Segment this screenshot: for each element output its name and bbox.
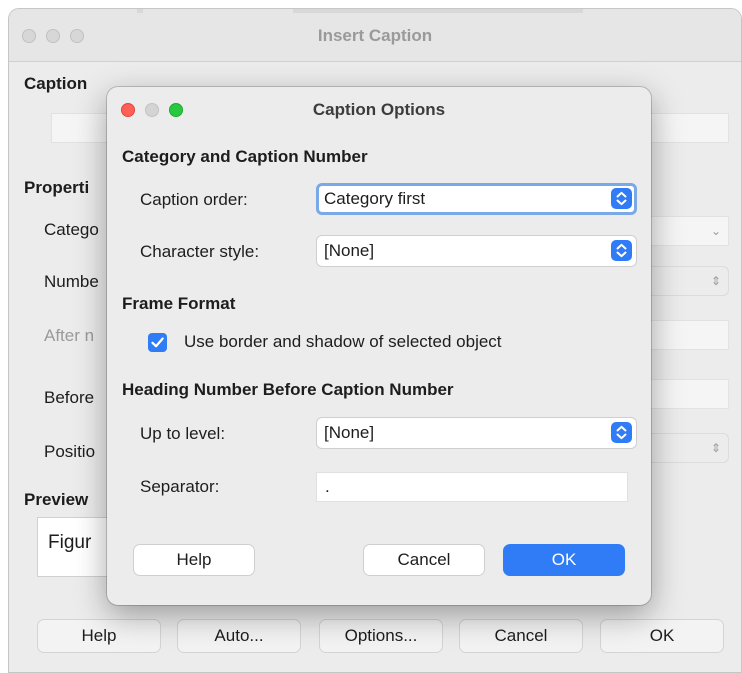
options-button[interactable]: Options... (319, 619, 443, 653)
before-label: Before (44, 388, 95, 407)
caption-order-select[interactable]: Category first (316, 183, 637, 215)
chevron-up-down-icon (611, 422, 632, 443)
before-field[interactable] (639, 379, 729, 409)
preview-heading: Preview (24, 490, 89, 509)
separator-field[interactable]: . (316, 472, 628, 502)
chevron-up-down-icon (611, 188, 632, 209)
ok-button[interactable]: OK (503, 544, 625, 576)
separator-label: Separator: (140, 477, 220, 496)
numbering-select[interactable]: ⇕ (639, 266, 729, 296)
checkmark-icon (151, 337, 164, 348)
preview-text: Figur (48, 532, 92, 553)
properties-heading: Properti (24, 178, 90, 197)
help-button[interactable]: Help (133, 544, 255, 576)
chevron-up-down-icon (611, 240, 632, 261)
up-to-level-label: Up to level: (140, 424, 226, 443)
chevron-up-down-icon: ⇕ (710, 441, 722, 455)
dialog-title: Caption Options (312, 100, 446, 119)
caption-heading: Caption (24, 74, 88, 93)
category-caption-number-heading: Category and Caption Number (122, 147, 368, 166)
ok-button[interactable]: OK (600, 619, 724, 653)
insert-caption-title: Insert Caption (317, 26, 433, 45)
chevron-down-icon: ⌄ (710, 224, 722, 238)
titlebar-divider (137, 9, 143, 13)
frame-format-heading: Frame Format (122, 294, 236, 313)
caption-order-label: Caption order: (140, 190, 248, 209)
insert-caption-titlebar: Insert Caption (9, 9, 741, 62)
numbering-label: Numbe (44, 272, 99, 291)
help-button[interactable]: Help (37, 619, 161, 653)
use-border-checkbox[interactable] (148, 333, 167, 352)
use-border-label[interactable]: Use border and shadow of selected object (184, 332, 502, 352)
category-combo[interactable]: ⌄ (639, 216, 729, 246)
character-style-value: [None] (324, 241, 375, 260)
chevron-up-down-icon: ⇕ (710, 274, 722, 288)
category-label: Catego (44, 220, 99, 239)
titlebar-tab-strip (293, 9, 583, 13)
cancel-button[interactable]: Cancel (363, 544, 485, 576)
cancel-button[interactable]: Cancel (459, 619, 583, 653)
position-select[interactable]: ⇕ (639, 433, 729, 463)
heading-number-heading: Heading Number Before Caption Number (122, 380, 454, 399)
auto-button[interactable]: Auto... (177, 619, 301, 653)
after-number-field[interactable] (639, 320, 729, 350)
up-to-level-select[interactable]: [None] (316, 417, 637, 449)
after-number-label: After n (44, 326, 95, 345)
character-style-select[interactable]: [None] (316, 235, 637, 267)
character-style-label: Character style: (140, 242, 260, 261)
up-to-level-value: [None] (324, 423, 375, 442)
caption-order-value: Category first (324, 189, 426, 208)
position-label: Positio (44, 442, 96, 461)
caption-options-dialog: Caption Options Category and Caption Num… (107, 87, 651, 605)
